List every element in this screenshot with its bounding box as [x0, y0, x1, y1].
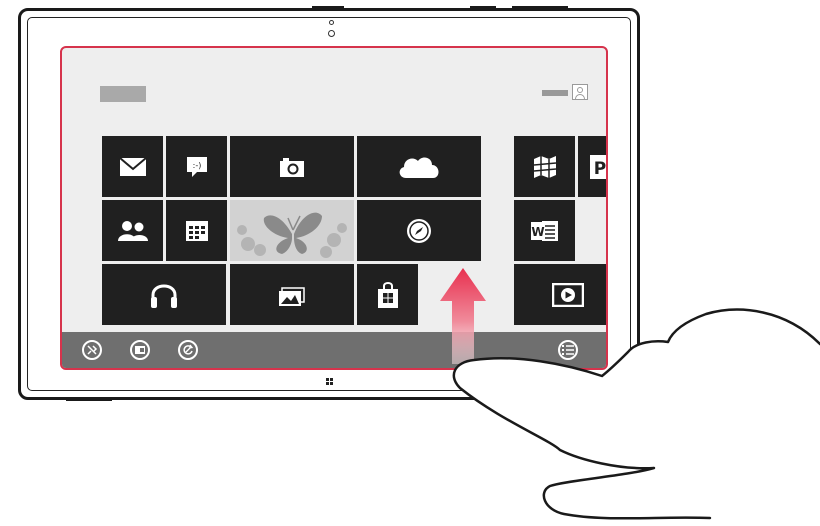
word-icon: W [530, 220, 558, 241]
svg-text:P: P [594, 159, 606, 179]
tile-internet[interactable] [357, 200, 481, 261]
appbar-live-tile-off-button[interactable] [178, 340, 198, 360]
hand-icon [452, 308, 820, 520]
appbar-resize-button[interactable] [130, 340, 150, 360]
tile-skydrive[interactable] [357, 136, 481, 197]
messaging-icon: :-) [186, 156, 207, 177]
mail-icon [118, 156, 147, 176]
resize-icon [135, 346, 145, 354]
tile-mail[interactable] [102, 136, 163, 197]
people-icon [117, 220, 148, 241]
user-name-placeholder [542, 90, 568, 96]
hardware-button-top-left [312, 6, 344, 9]
cloud-icon [399, 157, 439, 178]
store-bag-icon [377, 281, 398, 308]
map-icon [533, 155, 556, 178]
appbar-unpin-button[interactable] [82, 340, 102, 360]
camera-icon [280, 157, 304, 177]
tile-messaging[interactable]: :-) [166, 136, 227, 197]
headphones-icon [151, 284, 177, 308]
hardware-button-bottom [66, 398, 112, 401]
hardware-button-volume [470, 6, 496, 9]
tile-people[interactable] [102, 200, 163, 261]
pictures-icon [279, 286, 305, 306]
butterfly-photo-icon [237, 212, 347, 258]
tile-calendar[interactable] [166, 200, 227, 261]
tile-photos[interactable] [230, 200, 354, 261]
unpin-icon [87, 345, 98, 355]
front-camera-icon [328, 30, 335, 37]
tile-word[interactable]: W [514, 200, 575, 261]
powerpoint-icon: P [590, 154, 606, 179]
svg-text::-): :-) [192, 161, 201, 170]
calendar-icon [185, 220, 208, 241]
tile-store[interactable] [357, 264, 418, 325]
tile-gallery[interactable] [230, 264, 354, 325]
ambient-sensor-icon [329, 20, 334, 25]
live-tile-off-icon [183, 344, 194, 355]
tile-music[interactable] [102, 264, 226, 325]
user-avatar[interactable] [572, 84, 588, 100]
tile-camera[interactable] [230, 136, 354, 197]
hardware-button-power [512, 6, 568, 9]
start-title-placeholder [100, 86, 146, 102]
windows-key-icon[interactable] [326, 378, 333, 385]
compass-icon [407, 218, 431, 243]
tile-maps[interactable] [514, 136, 575, 197]
svg-text:W: W [531, 225, 544, 239]
tile-powerpoint[interactable]: P [578, 136, 606, 197]
